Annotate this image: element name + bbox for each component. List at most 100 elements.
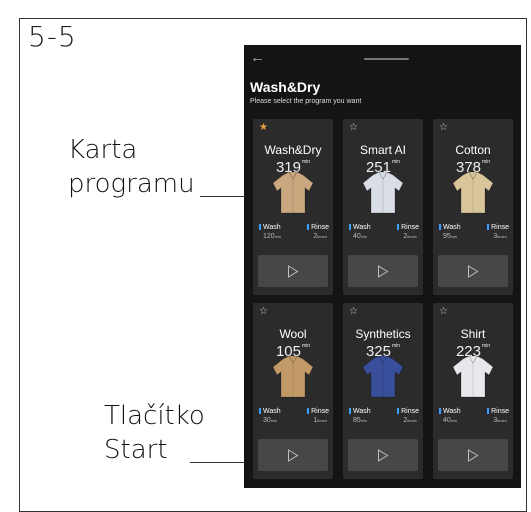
rinse-stat: Rinse 2times xyxy=(397,407,419,425)
garment-icon xyxy=(452,355,494,398)
rinse-value: 3times xyxy=(491,232,509,241)
start-button[interactable] xyxy=(258,439,328,471)
rinse-indicator xyxy=(487,224,490,230)
rinse-value: 2times xyxy=(311,232,329,241)
wash-time: 40 xyxy=(443,417,451,424)
wash-time: 95 xyxy=(443,233,451,240)
rinse-stat: Rinse 2times xyxy=(397,223,419,241)
rinse-unit: times xyxy=(317,418,327,423)
rinse-unit: times xyxy=(497,418,507,423)
rinse-unit: times xyxy=(317,234,327,239)
play-icon xyxy=(468,448,479,462)
star-outline-icon[interactable]: ☆ xyxy=(349,123,358,133)
wash-time: 30 xyxy=(263,417,271,424)
wash-unit: min xyxy=(360,234,368,239)
wash-value: 40min xyxy=(443,416,461,425)
program-name: Smart AI xyxy=(359,143,406,157)
wash-label: Wash xyxy=(263,224,281,231)
back-arrow-icon[interactable]: ← xyxy=(250,49,265,66)
garment-image xyxy=(357,169,409,217)
duration-unit: min xyxy=(301,159,311,165)
drag-handle xyxy=(364,58,409,60)
program-name: Wool xyxy=(279,327,307,341)
wash-indicator xyxy=(349,408,351,414)
page-subtitle: Please select the program you want xyxy=(250,98,362,105)
rinse-label: Rinse xyxy=(491,224,509,231)
garment-icon xyxy=(272,355,314,398)
garment-icon xyxy=(362,355,404,398)
start-button[interactable] xyxy=(348,439,418,471)
wash-value: 85min xyxy=(353,416,371,425)
wash-stat: Wash 120min xyxy=(259,223,281,241)
star-outline-icon[interactable]: ☆ xyxy=(259,307,268,317)
duration-unit: min xyxy=(481,343,491,349)
callout-start-button: Tlačítko Start xyxy=(104,401,205,465)
wash-unit: min xyxy=(274,234,282,239)
wash-time: 40 xyxy=(353,233,361,240)
garment-image xyxy=(447,169,499,217)
garment-image xyxy=(447,353,499,401)
wash-unit: min xyxy=(270,418,278,423)
program-stats: Wash 40min Rinse 3times xyxy=(439,407,509,425)
start-button[interactable] xyxy=(258,255,328,287)
wash-stat: Wash 95min xyxy=(439,223,461,241)
wash-stat: Wash 30min xyxy=(259,407,281,425)
program-card[interactable]: ☆ Smart AI 251min Wash 40min Rinse 2time… xyxy=(343,119,423,295)
wash-stat: Wash 40min xyxy=(349,223,371,241)
wash-time: 120 xyxy=(263,233,275,240)
rinse-unit: times xyxy=(407,234,417,239)
wash-indicator xyxy=(349,224,351,230)
rinse-value: 1times xyxy=(311,416,329,425)
program-card[interactable]: ★ Wash&Dry 319min Wash 120min Rinse 2tim… xyxy=(253,119,333,295)
program-name: Synthetics xyxy=(355,327,411,341)
star-outline-icon[interactable]: ☆ xyxy=(439,307,448,317)
wash-label: Wash xyxy=(443,408,461,415)
wash-value: 120min xyxy=(263,232,281,241)
rinse-label: Rinse xyxy=(401,224,419,231)
wash-indicator xyxy=(259,408,261,414)
program-stats: Wash 120min Rinse 2times xyxy=(259,223,329,241)
garment-icon xyxy=(272,171,314,214)
rinse-label: Rinse xyxy=(491,408,509,415)
rinse-stat: Rinse 1times xyxy=(307,407,329,425)
play-icon xyxy=(378,448,389,462)
rinse-unit: times xyxy=(497,234,507,239)
program-name: Wash&Dry xyxy=(264,143,322,157)
callout-program-card: Karta programu xyxy=(68,135,195,199)
program-card[interactable]: ☆ Wool 105min Wash 30min Rinse 1times xyxy=(253,303,333,479)
rinse-indicator xyxy=(397,408,400,414)
rinse-indicator xyxy=(307,224,310,230)
program-stats: Wash 40min Rinse 2times xyxy=(349,223,419,241)
program-card[interactable]: ☆ Shirt 223min Wash 40min Rinse 3times xyxy=(433,303,513,479)
start-button[interactable] xyxy=(438,439,508,471)
duration-unit: min xyxy=(301,343,311,349)
duration-unit: min xyxy=(391,159,401,165)
wash-label: Wash xyxy=(263,408,281,415)
rinse-stat: Rinse 3times xyxy=(487,407,509,425)
program-card[interactable]: ☆ Cotton 378min Wash 95min Rinse 3times xyxy=(433,119,513,295)
garment-image xyxy=(357,353,409,401)
wash-stat: Wash 40min xyxy=(439,407,461,425)
wash-value: 30min xyxy=(263,416,281,425)
wash-value: 95min xyxy=(443,232,461,241)
star-filled-icon[interactable]: ★ xyxy=(259,123,268,133)
star-outline-icon[interactable]: ☆ xyxy=(439,123,448,133)
play-icon xyxy=(378,264,389,278)
rinse-value: 3times xyxy=(491,416,509,425)
program-grid: ★ Wash&Dry 319min Wash 120min Rinse 2tim… xyxy=(253,119,513,479)
start-button[interactable] xyxy=(348,255,418,287)
star-outline-icon[interactable]: ☆ xyxy=(349,307,358,317)
wash-stat: Wash 85min xyxy=(349,407,371,425)
wash-value: 40min xyxy=(353,232,371,241)
program-name: Shirt xyxy=(460,327,486,341)
garment-icon xyxy=(362,171,404,214)
play-icon xyxy=(288,264,299,278)
wash-unit: min xyxy=(360,418,368,423)
program-card[interactable]: ☆ Synthetics 325min Wash 85min Rinse 2ti… xyxy=(343,303,423,479)
program-name: Cotton xyxy=(455,143,491,157)
duration-unit: min xyxy=(481,159,491,165)
garment-image xyxy=(267,169,319,217)
rinse-indicator xyxy=(487,408,490,414)
start-button[interactable] xyxy=(438,255,508,287)
rinse-value: 2times xyxy=(401,416,419,425)
